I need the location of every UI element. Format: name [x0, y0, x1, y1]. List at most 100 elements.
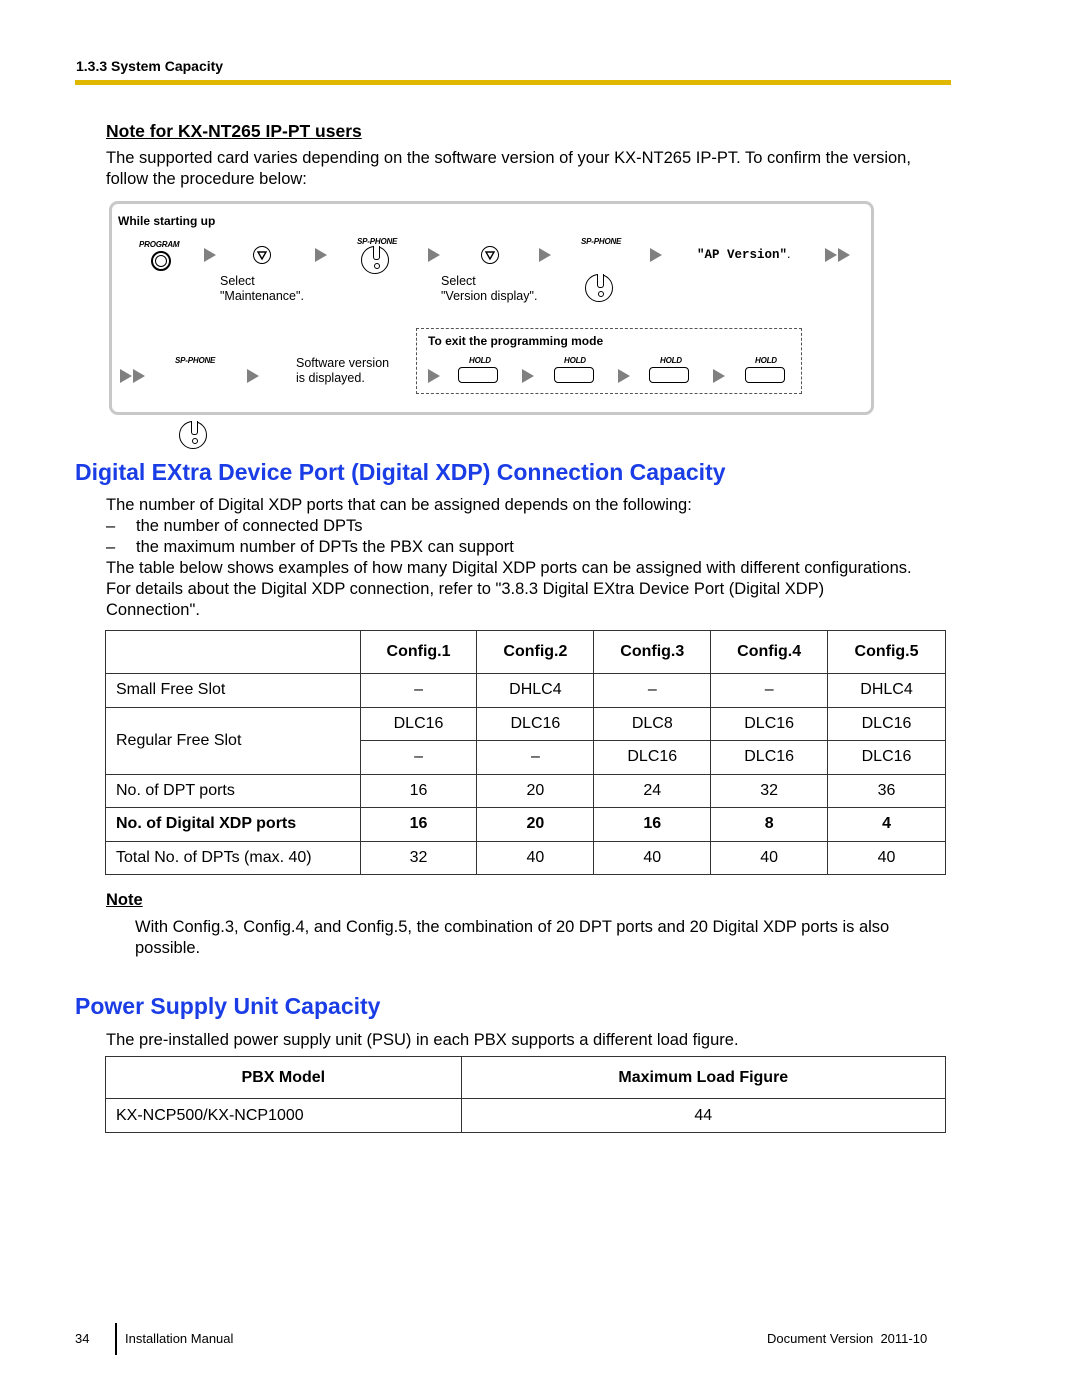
table-cell: DHLC4	[827, 673, 946, 708]
navigator-down-icon	[481, 246, 499, 264]
table-row: Regular Free Slot DLC16 DLC16 DLC8 DLC16…	[105, 706, 946, 775]
note-kx-body: The supported card varies depending on t…	[106, 149, 911, 188]
note-text: With Config.3, Config.4, and Config.5, t…	[135, 918, 890, 957]
hold-label: HOLD	[660, 356, 682, 365]
hold-label: HOLD	[564, 356, 586, 365]
table-cell: –	[710, 673, 829, 708]
cross-reference-link[interactable]: For details about the Digital XDP connec…	[106, 579, 966, 600]
table-cell: DLC8	[593, 706, 712, 741]
exit-title: To exit the programming mode	[428, 334, 604, 348]
arrow-right-icon	[650, 248, 662, 262]
table-header-row: Config.1 Config.2 Config.3 Config.4 Conf…	[105, 630, 946, 674]
hold-label: HOLD	[755, 356, 777, 365]
arrow-right-icon	[204, 248, 216, 262]
table-header-cell: Config.4	[710, 630, 829, 674]
hold-key-icon	[554, 367, 594, 383]
table-header-row: PBX Model Maximum Load Figure	[105, 1056, 947, 1099]
table-cell: 16	[359, 807, 478, 842]
document-version: Document Version 2011-10	[767, 1331, 928, 1346]
list-item: – the maximum number of DPTs the PBX can…	[106, 538, 514, 556]
sp-phone-label: SP-PHONE	[357, 237, 398, 246]
table-cell: DLC16	[710, 706, 829, 741]
table-cell: 4	[827, 807, 946, 842]
table-cell: –	[593, 673, 712, 708]
arrow-right-icon	[618, 369, 630, 383]
table-row: No. of Digital XDP ports 16 20 16 8 4	[105, 807, 946, 842]
table-cell: KX-NCP500/KX-NCP1000	[105, 1098, 462, 1133]
section-label: 1.3.3 System Capacity	[76, 58, 224, 74]
program-key-icon	[151, 251, 171, 271]
table-header-cell: Config.5	[827, 630, 946, 674]
table-cell: 24	[593, 773, 712, 808]
table-cell: DLC16	[827, 706, 946, 741]
software-version-caption: Software version is displayed.	[296, 356, 390, 385]
table-cell: –	[359, 673, 478, 708]
table-cell: 40	[476, 840, 595, 875]
program-label: PROGRAM	[139, 240, 180, 249]
procedure-title: While starting up	[118, 214, 216, 228]
table-cell: DLC16	[476, 706, 595, 741]
arrow-right-icon	[428, 369, 440, 383]
psu-intro: The pre-installed power supply unit (PSU…	[106, 1031, 739, 1049]
table-header-cell: Config.1	[359, 630, 478, 674]
continue-arrow-icon	[825, 248, 850, 262]
sp-phone-key-icon	[179, 421, 207, 449]
sp-phone-key-icon	[585, 274, 613, 302]
table-cell: 32	[359, 840, 478, 875]
footer-divider	[115, 1323, 117, 1355]
arrow-right-icon	[713, 369, 725, 383]
step1-caption: Select "Maintenance".	[220, 274, 304, 303]
continue-arrow-icon	[120, 369, 145, 383]
list-item: – the number of connected DPTs	[106, 517, 363, 535]
arrow-right-icon	[247, 369, 259, 383]
row-label: Small Free Slot	[105, 673, 361, 708]
note-kx-title: Note for KX-NT265 IP-PT users	[106, 121, 362, 141]
table-cell: 40	[827, 840, 946, 875]
xdp-intro: The number of Digital XDP ports that can…	[106, 495, 966, 621]
page-number: 34	[75, 1331, 90, 1346]
table-cell: 8	[710, 807, 829, 842]
table-cell: 16	[593, 807, 712, 842]
table-cell: 20	[476, 773, 595, 808]
hold-label: HOLD	[469, 356, 491, 365]
header-divider	[75, 80, 951, 85]
manual-title: Installation Manual	[125, 1331, 234, 1346]
table-header-cell: Maximum Load Figure	[460, 1056, 947, 1099]
note-heading: Note	[106, 891, 143, 909]
config-table: Config.1 Config.2 Config.3 Config.4 Conf…	[105, 630, 946, 875]
sp-phone-key-icon	[361, 246, 389, 274]
table-cell: 44	[460, 1098, 947, 1133]
table-cell: DLC16	[359, 706, 478, 741]
table-cell: 16	[359, 773, 478, 808]
table-header-cell: PBX Model	[105, 1056, 462, 1099]
table-row: KX-NCP500/KX-NCP1000 44	[105, 1098, 947, 1133]
table-cell: DLC16	[593, 740, 712, 775]
table-cell: 40	[593, 840, 712, 875]
arrow-right-icon	[522, 369, 534, 383]
table-cell: DLC16	[710, 740, 829, 775]
sp-phone-label: SP-PHONE	[581, 237, 622, 246]
row-label: Regular Free Slot	[105, 706, 361, 775]
hold-key-icon	[458, 367, 498, 383]
psu-table: PBX Model Maximum Load Figure KX-NCP500/…	[105, 1056, 947, 1133]
ap-version-text: "AP Version".	[697, 247, 791, 262]
table-header-cell: Config.2	[476, 630, 595, 674]
table-header-cell	[105, 630, 361, 674]
row-label: No. of Digital XDP ports	[105, 807, 361, 842]
table-row: No. of DPT ports 16 20 24 32 36	[105, 773, 946, 808]
arrow-right-icon	[315, 248, 327, 262]
psu-section-heading: Power Supply Unit Capacity	[75, 993, 381, 1019]
table-row: Total No. of DPTs (max. 40) 32 40 40 40 …	[105, 840, 946, 875]
table-cell: DHLC4	[476, 673, 595, 708]
table-header-cell: Config.3	[593, 630, 712, 674]
row-label: Total No. of DPTs (max. 40)	[105, 840, 361, 875]
step2-caption: Select "Version display".	[441, 274, 538, 303]
table-cell: 32	[710, 773, 829, 808]
table-row: Small Free Slot – DHLC4 – – DHLC4	[105, 673, 946, 708]
row-label: No. of DPT ports	[105, 773, 361, 808]
table-cell: –	[476, 740, 595, 775]
arrow-right-icon	[428, 248, 440, 262]
table-cell: –	[359, 740, 478, 775]
arrow-right-icon	[539, 248, 551, 262]
table-cell: 36	[827, 773, 946, 808]
